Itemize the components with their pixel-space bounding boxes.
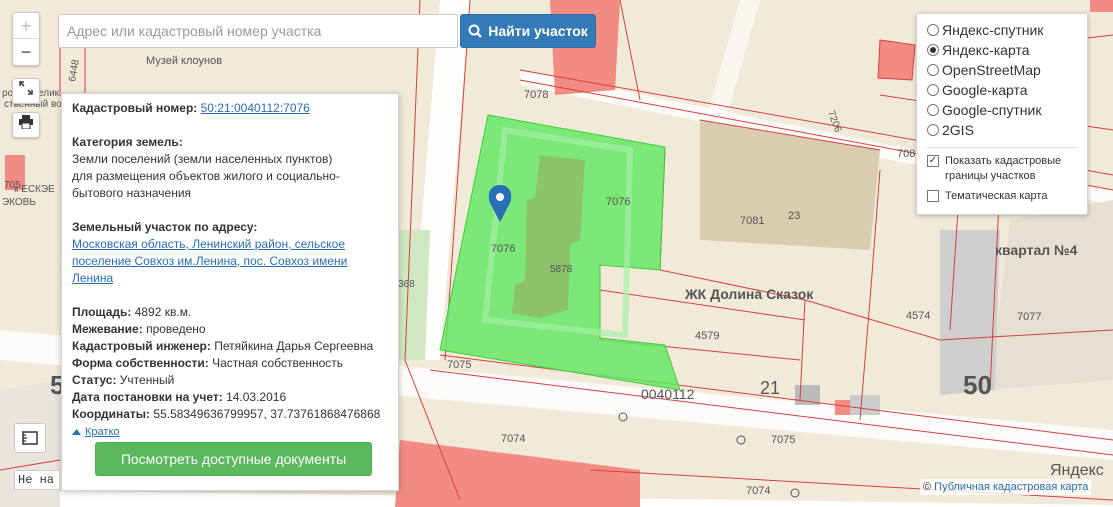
survey-label: Межевание: bbox=[72, 322, 143, 336]
fullscreen-button[interactable] bbox=[12, 78, 40, 104]
svg-text:ЭКОВЬ: ЭКОВЬ bbox=[2, 197, 36, 208]
svg-text:Яндекс: Яндекс bbox=[1050, 462, 1104, 479]
label-zhk: ЖК Долина Сказок bbox=[684, 286, 814, 302]
search-icon bbox=[468, 24, 482, 38]
label-kvartal: квартал №4 bbox=[995, 242, 1078, 258]
parcel-info-panel: Кадастровый номер: 50:21:0040112:7076 Ка… bbox=[61, 93, 399, 491]
layer-option[interactable]: OpenStreetMap bbox=[927, 60, 1077, 80]
svg-text:4579: 4579 bbox=[695, 330, 719, 342]
radio-icon[interactable] bbox=[927, 124, 939, 136]
zoom-control: + − bbox=[12, 12, 40, 66]
area-value: 4892 кв.м. bbox=[134, 305, 192, 319]
svg-text:0040112: 0040112 bbox=[641, 386, 695, 402]
engineer-value: Петяйкина Дарья Сергеевна bbox=[214, 339, 374, 353]
status-label: Статус: bbox=[72, 373, 117, 387]
ruler-icon bbox=[22, 431, 38, 445]
svg-text:к ЕСКЭЕ: к ЕСКЭЕ bbox=[14, 184, 55, 195]
layer-option[interactable]: Яндекс-спутник bbox=[927, 20, 1077, 40]
coords-value: 55.58349636799957, 37.73761868476868 bbox=[153, 407, 381, 421]
engineer-label: Кадастровый инженер: bbox=[72, 339, 211, 353]
radio-icon[interactable] bbox=[927, 44, 939, 56]
search-button-label: Найти участок bbox=[488, 23, 588, 39]
svg-text:7074: 7074 bbox=[501, 433, 525, 445]
cadastral-boundaries-toggle[interactable]: ✓ Показать кадастровые границы участков bbox=[927, 154, 1077, 184]
category-label: Категория земель: bbox=[72, 135, 183, 149]
printer-icon bbox=[19, 115, 33, 130]
category-value-2: для размещения объектов жилого и социаль… bbox=[72, 169, 340, 200]
radio-icon[interactable] bbox=[927, 84, 939, 96]
svg-text:50: 50 bbox=[963, 370, 992, 400]
thematic-map-toggle[interactable]: Тематическая карта bbox=[927, 189, 1077, 204]
svg-text:5878: 5878 bbox=[550, 264, 573, 275]
area-label: Площадь: bbox=[72, 305, 132, 319]
search-button[interactable]: Найти участок bbox=[460, 14, 596, 48]
layer-option[interactable]: 2GIS bbox=[927, 120, 1077, 140]
svg-text:7077: 7077 bbox=[1017, 311, 1041, 323]
svg-text:7078: 7078 bbox=[524, 89, 548, 101]
svg-text:368: 368 bbox=[398, 279, 415, 290]
svg-text:елик: елик bbox=[38, 88, 60, 99]
svg-text:7075: 7075 bbox=[447, 359, 471, 371]
attribution: © Публичная кадастровая карта bbox=[920, 479, 1092, 495]
svg-text:4574: 4574 bbox=[906, 310, 930, 322]
cadastral-label: Кадастровый номер: bbox=[72, 101, 198, 115]
address-link[interactable]: Московская область, Ленинский район, сел… bbox=[72, 237, 347, 285]
svg-text:7076: 7076 bbox=[606, 196, 630, 208]
attribution-link[interactable]: Публичная кадастровая карта bbox=[934, 481, 1088, 493]
svg-text:23: 23 bbox=[788, 210, 800, 222]
date-label: Дата постановки на учет: bbox=[72, 390, 223, 404]
date-value: 14.03.2016 bbox=[226, 390, 287, 404]
view-documents-button[interactable]: Посмотреть доступные документы bbox=[95, 442, 372, 476]
layers-panel: Яндекс-спутник Яндекс-карта OpenStreetMap G… bbox=[916, 13, 1088, 215]
survey-value: проведено bbox=[146, 322, 206, 336]
caret-up-icon bbox=[72, 429, 81, 435]
radio-icon[interactable] bbox=[927, 24, 939, 36]
radio-icon[interactable] bbox=[927, 64, 939, 76]
svg-text:7075: 7075 bbox=[771, 434, 795, 446]
expand-icon bbox=[19, 81, 33, 95]
ownership-value: Частная собственность bbox=[212, 356, 344, 370]
status-text: Не на bbox=[14, 470, 60, 490]
checkbox-icon[interactable] bbox=[927, 190, 939, 202]
search-input[interactable] bbox=[58, 14, 458, 48]
label-museum: Музей клоунов bbox=[146, 55, 222, 67]
svg-text:7076: 7076 bbox=[491, 243, 515, 255]
svg-text:7074: 7074 bbox=[746, 485, 770, 497]
divider bbox=[927, 147, 1077, 148]
ownership-label: Форма собственности: bbox=[72, 356, 209, 370]
checkbox-icon[interactable]: ✓ bbox=[927, 155, 939, 167]
category-value-1: Земли поселений (земли населенных пункто… bbox=[72, 152, 333, 166]
zoom-out-button[interactable]: − bbox=[13, 39, 39, 65]
svg-text:21: 21 bbox=[760, 378, 780, 398]
radio-icon[interactable] bbox=[927, 104, 939, 116]
collapse-link[interactable]: Кратко bbox=[72, 424, 120, 441]
zoom-in-button[interactable]: + bbox=[13, 13, 39, 39]
layer-option[interactable]: Google-карта bbox=[927, 80, 1077, 100]
ruler-button[interactable] bbox=[14, 423, 46, 453]
address-label: Земельный участок по адресу: bbox=[72, 220, 258, 234]
print-button[interactable] bbox=[12, 112, 40, 138]
coords-label: Координаты: bbox=[72, 407, 151, 421]
status-value: Учтенный bbox=[119, 373, 175, 387]
layer-option[interactable]: Яндекс-карта bbox=[927, 40, 1077, 60]
cadastral-number-link[interactable]: 50:21:0040112:7076 bbox=[201, 101, 310, 115]
svg-text:7081: 7081 bbox=[740, 215, 764, 227]
layer-option[interactable]: Google-спутник bbox=[927, 100, 1077, 120]
